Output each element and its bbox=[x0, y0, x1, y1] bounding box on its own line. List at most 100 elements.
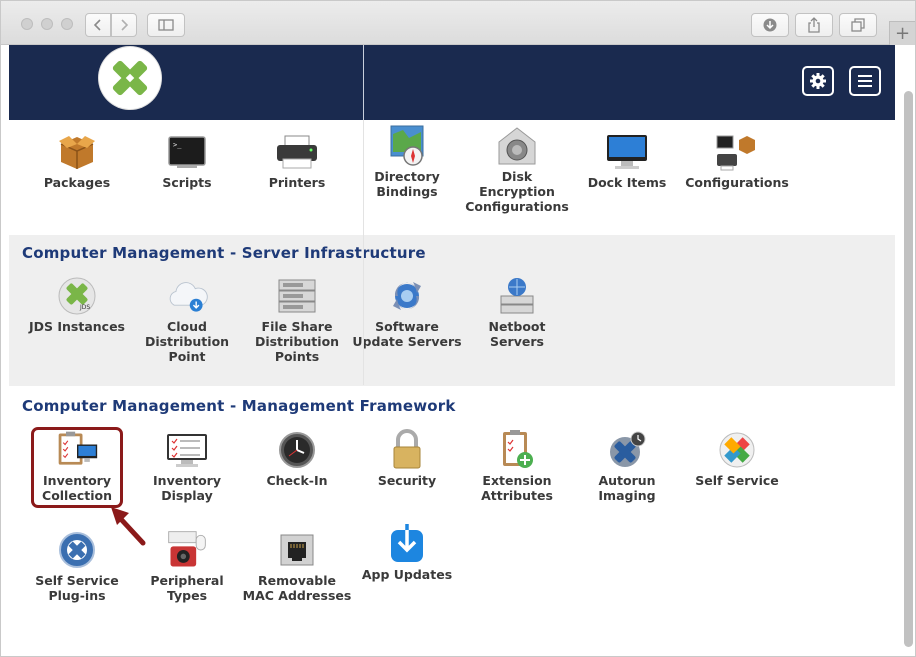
section-title: Computer Management - Server Infrastruct… bbox=[22, 244, 426, 262]
inventory-display-icon bbox=[165, 428, 209, 472]
tile-app-updates[interactable]: App Updates bbox=[352, 522, 462, 582]
forward-button[interactable] bbox=[111, 13, 137, 37]
tile-scripts[interactable]: >_ Scripts bbox=[132, 130, 242, 190]
content-divider bbox=[363, 120, 364, 385]
header-divider bbox=[363, 45, 364, 120]
monitor-icon bbox=[605, 130, 649, 174]
tile-label: Check-In bbox=[266, 473, 328, 488]
svg-text:JDS: JDS bbox=[79, 304, 90, 311]
tile-label: JDS Instances bbox=[28, 319, 125, 334]
tile-label: Scripts bbox=[162, 175, 212, 190]
tile-label: File Share Distribution Points bbox=[254, 319, 340, 364]
printer-icon bbox=[275, 130, 319, 174]
settings-content: Packages >_ Scripts Printers Directory B… bbox=[9, 120, 895, 650]
autorun-icon bbox=[605, 428, 649, 472]
browser-toolbar: + bbox=[1, 1, 915, 45]
app-updates-icon bbox=[385, 522, 429, 566]
tile-extension-attributes[interactable]: Extension Attributes bbox=[462, 428, 572, 503]
tile-label: Self Service Plug-ins bbox=[35, 573, 119, 603]
tile-netboot-servers[interactable]: Netboot Servers bbox=[462, 274, 572, 349]
tile-label: Self Service bbox=[695, 473, 779, 488]
minimize-window-button[interactable] bbox=[41, 18, 53, 30]
tile-directory-bindings[interactable]: Directory Bindings bbox=[352, 124, 462, 199]
tile-label: Dock Items bbox=[587, 175, 667, 190]
gear-icon bbox=[810, 73, 826, 89]
browser-window: + Packages >_ Scripts Printers Directory… bbox=[0, 0, 916, 657]
annotation-arrow-icon bbox=[111, 507, 146, 546]
scrollbar-thumb[interactable] bbox=[904, 91, 913, 647]
directory-icon bbox=[385, 124, 429, 168]
close-window-button[interactable] bbox=[21, 18, 33, 30]
padlock-icon bbox=[385, 428, 429, 472]
section-title: Computer Management - Management Framewo… bbox=[22, 397, 456, 415]
configurations-icon bbox=[715, 130, 759, 174]
jds-icon: JDS bbox=[55, 274, 99, 318]
self-service-icon bbox=[715, 428, 759, 472]
svg-text:>_: >_ bbox=[173, 141, 182, 149]
downloads-button[interactable] bbox=[751, 13, 789, 37]
back-button[interactable] bbox=[85, 13, 111, 37]
tile-disk-encryption[interactable]: Disk Encryption Configurations bbox=[462, 124, 572, 214]
tile-cloud-distribution-point[interactable]: Cloud Distribution Point bbox=[132, 274, 242, 364]
tile-label: Packages bbox=[43, 175, 111, 190]
app-header bbox=[9, 45, 895, 120]
tile-label: Peripheral Types bbox=[150, 573, 224, 603]
jamf-logo-icon[interactable] bbox=[99, 47, 161, 109]
sidebar-icon bbox=[158, 19, 174, 31]
page-scrollbar[interactable] bbox=[904, 91, 913, 647]
package-icon bbox=[55, 130, 99, 174]
menu-button[interactable] bbox=[849, 66, 881, 96]
section-computer-management: Packages >_ Scripts Printers Directory B… bbox=[9, 120, 895, 235]
tile-software-update-servers[interactable]: Software Update Servers bbox=[352, 274, 462, 349]
tile-packages[interactable]: Packages bbox=[22, 130, 132, 190]
tile-inventory-display[interactable]: Inventory Display bbox=[132, 428, 242, 503]
disk-encryption-icon bbox=[495, 124, 539, 168]
tile-configurations[interactable]: Configurations bbox=[682, 130, 792, 190]
clipboard-plus-icon bbox=[495, 428, 539, 472]
tile-label: App Updates bbox=[361, 567, 453, 582]
tile-label: Removable MAC Addresses bbox=[242, 573, 352, 603]
chevron-right-icon bbox=[121, 19, 129, 31]
share-button[interactable] bbox=[795, 13, 833, 37]
share-icon bbox=[808, 17, 820, 33]
zoom-window-button[interactable] bbox=[61, 18, 73, 30]
software-update-icon bbox=[385, 274, 429, 318]
tile-label: Printers bbox=[268, 175, 326, 190]
tile-label: Autorun Imaging bbox=[598, 473, 656, 503]
tile-self-service[interactable]: Self Service bbox=[682, 428, 792, 488]
tile-label: Disk Encryption Configurations bbox=[465, 169, 569, 214]
plugin-icon bbox=[55, 528, 99, 572]
clock-icon bbox=[275, 428, 319, 472]
new-tab-button[interactable]: + bbox=[889, 21, 915, 45]
tabs-icon bbox=[851, 18, 865, 32]
cloud-icon bbox=[165, 274, 209, 318]
tile-security[interactable]: Security bbox=[352, 428, 462, 488]
sidebar-button[interactable] bbox=[147, 13, 185, 37]
plus-icon: + bbox=[894, 23, 911, 44]
tile-label: Directory Bindings bbox=[374, 169, 440, 199]
hamburger-icon bbox=[858, 75, 872, 87]
netboot-icon bbox=[495, 274, 539, 318]
tile-jds-instances[interactable]: JDS JDS Instances bbox=[22, 274, 132, 334]
settings-button[interactable] bbox=[802, 66, 834, 96]
tile-label: Software Update Servers bbox=[352, 319, 462, 349]
tile-label: Configurations bbox=[685, 175, 789, 190]
tile-removable-mac-addresses[interactable]: Removable MAC Addresses bbox=[242, 528, 352, 603]
show-tabs-button[interactable] bbox=[839, 13, 877, 37]
section-server-infrastructure: Computer Management - Server Infrastruct… bbox=[9, 235, 895, 386]
tile-label: Extension Attributes bbox=[481, 473, 553, 503]
tile-printers[interactable]: Printers bbox=[242, 130, 352, 190]
tile-label: Security bbox=[377, 473, 437, 488]
chevron-left-icon bbox=[93, 19, 101, 31]
tile-label: Cloud Distribution Point bbox=[144, 319, 230, 364]
highlight-box bbox=[31, 427, 123, 508]
tile-check-in[interactable]: Check-In bbox=[242, 428, 352, 488]
terminal-icon: >_ bbox=[165, 130, 209, 174]
tile-file-share-distribution-points[interactable]: File Share Distribution Points bbox=[242, 274, 352, 364]
tile-dock-items[interactable]: Dock Items bbox=[572, 130, 682, 190]
tile-label: Netboot Servers bbox=[488, 319, 546, 349]
download-icon bbox=[763, 18, 777, 32]
tile-autorun-imaging[interactable]: Autorun Imaging bbox=[572, 428, 682, 503]
tile-label: Inventory Display bbox=[153, 473, 221, 503]
ethernet-port-icon bbox=[275, 528, 319, 572]
